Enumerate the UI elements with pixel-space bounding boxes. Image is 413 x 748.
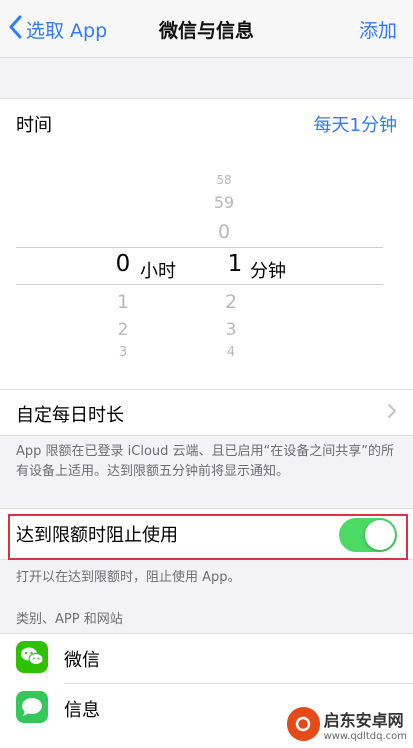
watermark-title: 启东安卓网 <box>323 710 404 730</box>
add-button[interactable]: 添加 <box>359 16 397 43</box>
highlight-box <box>8 514 408 560</box>
watermark: 启东安卓网 www.qdltdq.com <box>287 704 407 744</box>
hour-selected[interactable]: 0 <box>108 251 138 277</box>
app-name: 信息 <box>64 700 100 721</box>
minute-option[interactable]: 59 <box>209 193 239 212</box>
chevron-right-icon <box>387 403 397 424</box>
messages-icon <box>16 691 48 723</box>
section-header: 类别、APP 和网站 <box>16 612 123 627</box>
custom-daily-row[interactable]: 自定每日时长 <box>0 389 413 437</box>
time-label: 时间 <box>16 115 52 136</box>
navigation-bar: 选取 App 微信与信息 添加 <box>0 0 413 58</box>
time-row[interactable]: 时间 每天1分钟 <box>0 99 413 149</box>
watermark-url: www.qdltdq.com <box>323 730 407 742</box>
list-item[interactable]: 微信 <box>0 634 413 684</box>
picker-selection-band <box>16 247 383 285</box>
time-card: 时间 每天1分钟 0 小时 1 2 3 58 59 0 1 分钟 2 3 4 自… <box>0 98 413 436</box>
minute-selected[interactable]: 1 <box>220 251 250 277</box>
custom-daily-label: 自定每日时长 <box>16 404 124 426</box>
minute-option[interactable]: 4 <box>216 345 246 360</box>
page-title: 微信与信息 <box>158 20 254 42</box>
hour-option[interactable]: 1 <box>108 291 138 313</box>
time-value: 每天1分钟 <box>313 115 397 136</box>
minute-option[interactable]: 58 <box>209 173 239 187</box>
wechat-icon <box>16 641 48 673</box>
watermark-text: 启东安卓网 www.qdltdq.com <box>324 707 407 742</box>
hour-option[interactable]: 2 <box>108 320 138 340</box>
minute-unit: 分钟 <box>250 261 286 282</box>
minute-option[interactable]: 2 <box>216 291 246 313</box>
duration-picker[interactable]: 0 小时 1 2 3 58 59 0 1 分钟 2 3 4 <box>0 167 413 389</box>
block-note: 打开以在达到限额时，阻止使用 App。 <box>16 570 241 585</box>
limit-note: App 限额在已登录 iCloud 云端、且已启用“在设备之间共享”的所有设备上… <box>16 444 395 479</box>
watermark-logo-icon <box>287 707 320 741</box>
minute-option[interactable]: 0 <box>209 221 239 243</box>
app-name: 微信 <box>64 650 100 671</box>
hour-option[interactable]: 3 <box>108 345 138 360</box>
hour-unit: 小时 <box>140 261 176 282</box>
minute-option[interactable]: 3 <box>216 320 246 340</box>
